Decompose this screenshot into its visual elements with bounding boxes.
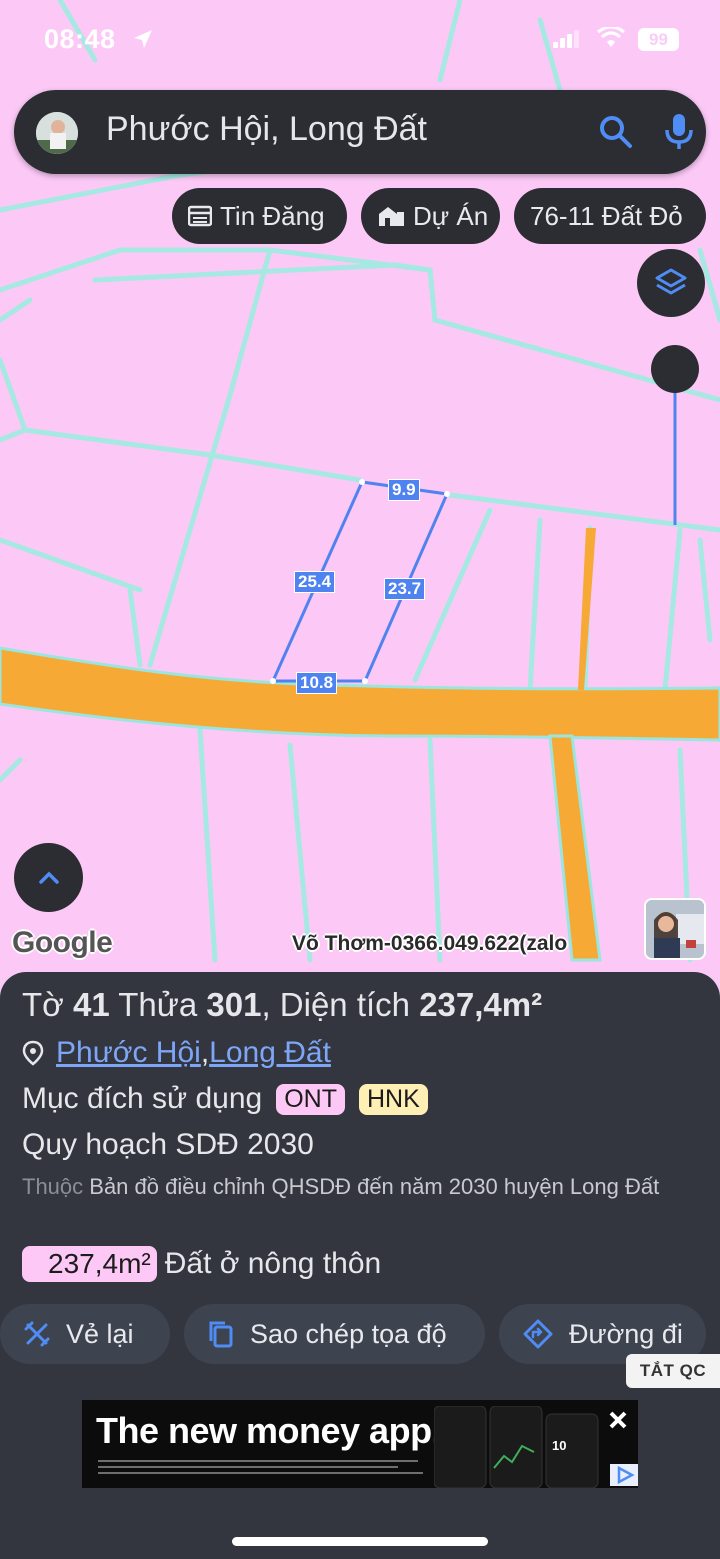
location-separator: , bbox=[200, 1036, 210, 1069]
ad-close-icon[interactable] bbox=[608, 1410, 628, 1430]
credit-avatar[interactable] bbox=[644, 898, 706, 960]
plan-desc-text: Bản đồ điều chỉnh QHSDĐ đến năm 2030 huy… bbox=[83, 1174, 660, 1199]
microphone-icon[interactable] bbox=[664, 112, 694, 152]
copy-coordinates-label: Sao chép tọa độ bbox=[250, 1318, 447, 1349]
chevron-up-icon bbox=[38, 871, 59, 884]
chip-listings[interactable]: Tin Đăng bbox=[172, 188, 347, 244]
dimension-label-right: 23.7 bbox=[384, 578, 426, 600]
dimension-label-bottom: 10.8 bbox=[296, 672, 338, 694]
wifi-icon bbox=[597, 27, 625, 47]
sheet-number: 41 bbox=[72, 986, 110, 1023]
parcel-area: 237,4m² bbox=[419, 986, 543, 1023]
purpose-tag-ont: ONT bbox=[276, 1083, 345, 1115]
chip-projects[interactable]: Dự Án bbox=[361, 188, 500, 244]
svg-text:10: 10 bbox=[552, 1438, 566, 1453]
adchoices-icon[interactable] bbox=[610, 1464, 638, 1486]
zone-area-badge: 237,4m² bbox=[22, 1246, 157, 1282]
ad-fine-print bbox=[98, 1460, 423, 1474]
search-bar[interactable]: Phước Hội, Long Đất bbox=[14, 90, 706, 174]
land-use-purpose: Mục đích sử dụng ONT HNK bbox=[22, 1082, 428, 1116]
status-bar: 08:48 99 bbox=[0, 0, 720, 80]
redraw-icon bbox=[24, 1321, 50, 1347]
purpose-tag-hnk: HNK bbox=[359, 1083, 428, 1115]
redraw-label: Vẻ lại bbox=[66, 1318, 134, 1349]
plan-desc-prefix: Thuộc bbox=[22, 1174, 84, 1199]
title-mid: Thửa bbox=[109, 986, 207, 1023]
copy-icon bbox=[209, 1321, 233, 1348]
zone-row: 237,4m² Đất ở nông thôn bbox=[22, 1246, 381, 1282]
search-icon[interactable] bbox=[598, 114, 634, 150]
ad-phone-graphic: 10 bbox=[434, 1406, 599, 1488]
layers-icon bbox=[655, 268, 687, 295]
search-query[interactable]: Phước Hội, Long Đất bbox=[106, 110, 427, 149]
battery-indicator: 99 bbox=[638, 28, 679, 51]
chip-saved-parcel[interactable]: 76-11 Đất Đỏ bbox=[514, 188, 706, 244]
parcel-number: 301 bbox=[206, 986, 262, 1023]
ad-headline: The new money app. bbox=[96, 1410, 442, 1451]
dimension-label-top: 9.9 bbox=[388, 479, 420, 501]
building-icon bbox=[379, 207, 404, 226]
district-link[interactable]: Long Đất bbox=[209, 1036, 331, 1070]
signal-icon bbox=[553, 30, 579, 48]
google-logo: Google bbox=[12, 926, 113, 959]
map-credit: Võ Thơm-0366.049.622(zalo bbox=[292, 932, 568, 955]
plan-title: Quy hoạch SDĐ 2030 bbox=[22, 1128, 314, 1161]
dimension-label-left: 25.4 bbox=[294, 571, 336, 593]
turn-off-ads-button[interactable]: TẮT QC bbox=[626, 1354, 720, 1388]
location-arrow-icon bbox=[134, 30, 152, 48]
expand-sheet-button[interactable] bbox=[14, 843, 83, 912]
advertisement-banner[interactable]: The new money app. 10 bbox=[82, 1400, 638, 1488]
pin-icon bbox=[22, 1040, 44, 1066]
directions-icon bbox=[523, 1319, 553, 1349]
directions-label: Đường đi bbox=[569, 1318, 683, 1349]
home-indicator[interactable] bbox=[232, 1537, 488, 1546]
purpose-label: Mục đích sử dụng bbox=[22, 1082, 263, 1115]
chip-saved-label: 76-11 Đất Đỏ bbox=[530, 200, 683, 231]
parcel-title: Tờ 41 Thửa 301, Diện tích 237,4m² bbox=[22, 986, 542, 1024]
listing-icon bbox=[188, 205, 212, 227]
parcel-location: Phước Hội, Long Đất bbox=[22, 1036, 331, 1070]
ward-link[interactable]: Phước Hội bbox=[56, 1036, 201, 1070]
title-mid2: , Diện tích bbox=[261, 986, 420, 1023]
status-time: 08:48 bbox=[44, 24, 116, 54]
account-avatar[interactable] bbox=[36, 112, 78, 154]
chip-projects-label: Dự Án bbox=[413, 200, 489, 231]
chip-listings-label: Tin Đăng bbox=[220, 200, 325, 231]
redraw-button[interactable]: Vẻ lại bbox=[0, 1304, 170, 1364]
zone-name: Đất ở nông thôn bbox=[164, 1247, 382, 1280]
layers-button[interactable] bbox=[637, 249, 705, 317]
parcel-info-sheet: Tờ 41 Thửa 301, Diện tích 237,4m² Phước … bbox=[0, 972, 720, 1559]
copy-coordinates-button[interactable]: Sao chép tọa độ bbox=[184, 1304, 485, 1364]
title-prefix: Tờ bbox=[22, 986, 73, 1023]
plan-description: Thuộc Bản đồ điều chỉnh QHSDĐ đến năm 20… bbox=[22, 1170, 702, 1203]
